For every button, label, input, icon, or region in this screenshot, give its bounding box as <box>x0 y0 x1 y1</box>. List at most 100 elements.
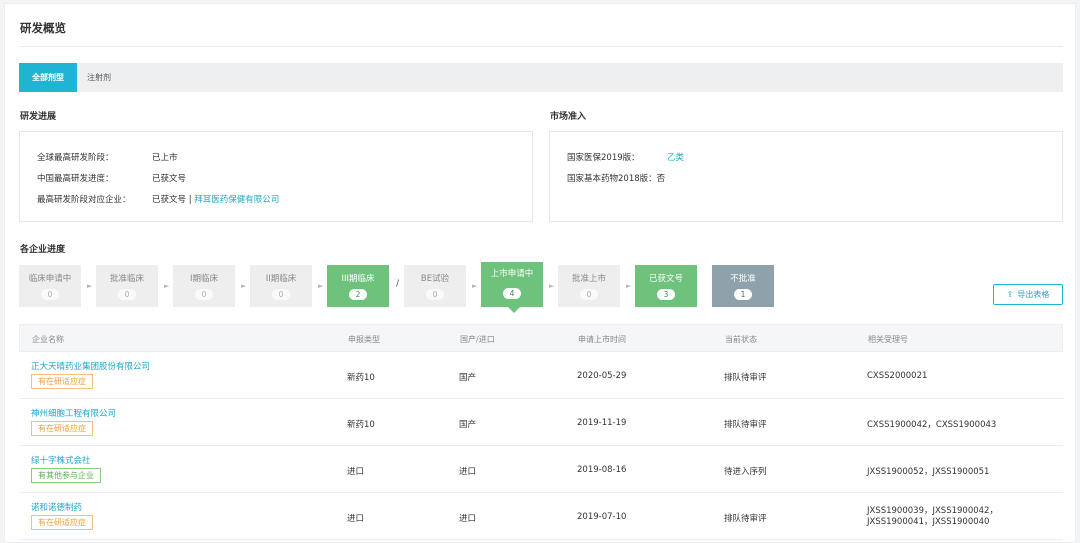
arrow-icon: ► <box>549 282 555 290</box>
acceptance-number-line[interactable]: JXSS1900039，JXSS1900042， <box>867 506 998 517</box>
stage-label: 上市申请中 <box>490 269 534 279</box>
page-title: 研发概览 <box>20 21 66 35</box>
application-type: 新药10 <box>347 420 375 430</box>
indication-tag: 有在研适应症 <box>31 374 93 389</box>
slash-separator: / <box>396 279 400 289</box>
acceptance-number-links[interactable]: JXSS1900039，JXSS1900042， JXSS1900041，JXS… <box>867 506 998 528</box>
table-row: 诺和诺德制药 有在研适应症 进口 进口 2019-07-10 排队待审评 JXS… <box>19 493 1063 540</box>
column-header: 国产/进口 <box>460 335 495 344</box>
table-header: 企业名称 申报类型 国产/进口 申请上市时间 当前状态 相关受理号 <box>19 324 1063 352</box>
application-date: 2019-08-16 <box>577 465 627 475</box>
indication-tag: 有在研适应症 <box>31 515 93 530</box>
acceptance-number-link[interactable]: JXSS1900052，JXSS1900051 <box>867 465 989 477</box>
application-type: 新药10 <box>347 373 375 383</box>
company-name-link[interactable]: 神州细胞工程有限公司 <box>31 407 116 419</box>
acceptance-number-link[interactable]: CXSS1900042，CXSS1900043 <box>867 418 996 430</box>
progress-label: 最高研发阶段对应企业： <box>37 195 131 205</box>
stage-label: 临床申请中 <box>28 274 72 284</box>
current-status: 待进入序列 <box>724 467 767 477</box>
stage-label: 不批准 <box>730 274 756 284</box>
market-label: 国家医保2019版： <box>567 153 640 163</box>
acceptance-number-link[interactable]: CXSS2000021 <box>867 371 927 381</box>
tab-injection[interactable]: 注射剂 <box>87 63 127 92</box>
market-section-title: 市场准入 <box>550 112 587 122</box>
stage-count: 4 <box>503 288 521 299</box>
application-type: 进口 <box>347 514 365 524</box>
arrow-icon: ► <box>626 282 632 290</box>
company-link[interactable]: 拜耳医药保健有限公司 <box>194 195 279 205</box>
company-cell: 神州细胞工程有限公司 有在研适应症 <box>31 407 116 436</box>
origin: 国产 <box>459 373 477 383</box>
column-header: 相关受理号 <box>868 335 908 344</box>
arrow-icon: ► <box>164 282 170 290</box>
progress-panel: 全球最高研发阶段： 已上市 中国最高研发进度： 已获文号 最高研发阶段对应企业： 已获… <box>19 131 533 222</box>
progress-value: 已获文号 | <box>152 195 195 205</box>
stage-approval-number[interactable]: 已获文号 3 <box>635 265 697 307</box>
stage-count: 0 <box>272 289 290 300</box>
stage-clinical-application[interactable]: 临床申请中 0 <box>19 265 81 307</box>
stage-label: I期临床 <box>189 274 218 284</box>
column-header: 申请上市时间 <box>578 335 626 344</box>
company-name-link[interactable]: 诺和诺德制药 <box>31 501 93 513</box>
indication-tag: 有在研适应症 <box>31 421 93 436</box>
current-status: 排队待审评 <box>724 420 767 430</box>
column-header: 当前状态 <box>725 335 757 344</box>
company-cell: 绿十字株式会社 有其他参与企业 <box>31 454 101 483</box>
export-label: 导出表格 <box>1017 290 1050 299</box>
market-label: 国家基本药物2018版： <box>567 174 657 184</box>
page-container: 研发概览 全部剂型 注射剂 研发进展 全球最高研发阶段： 已上市 中国最高研发进度… <box>4 3 1076 543</box>
progress-row-china: 中国最高研发进度： 已获文号 <box>37 172 186 184</box>
stage-count: 1 <box>734 289 752 300</box>
stage-clinical-approved[interactable]: 批准临床 0 <box>96 265 158 307</box>
arrow-icon: ► <box>472 282 478 290</box>
stage-count: 0 <box>426 289 444 300</box>
origin: 进口 <box>459 467 477 477</box>
current-status: 排队待审评 <box>724 373 767 383</box>
application-date: 2019-07-10 <box>577 512 627 522</box>
stage-count: 3 <box>657 289 675 300</box>
company-name-link[interactable]: 绿十字株式会社 <box>31 454 101 466</box>
stage-be-trial[interactable]: BE试验 0 <box>404 265 466 307</box>
stage-label: 批准上市 <box>571 274 606 284</box>
market-row-insurance: 国家医保2019版： 乙类 <box>567 151 684 163</box>
progress-value: 已上市 <box>152 153 178 163</box>
stage-market-approved[interactable]: 批准上市 0 <box>558 265 620 307</box>
company-cell: 诺和诺德制药 有在研适应症 <box>31 501 93 530</box>
stage-rejected[interactable]: 不批准 1 <box>712 265 774 307</box>
insurance-class-link[interactable]: 乙类 <box>667 153 684 163</box>
progress-value: 已获文号 <box>152 174 187 184</box>
stage-label: 已获文号 <box>648 274 683 284</box>
progress-label: 全球最高研发阶段： <box>37 153 114 163</box>
arrow-icon: ► <box>241 282 247 290</box>
partner-tag: 有其他参与企业 <box>31 468 101 483</box>
stage-phase-1[interactable]: I期临床 0 <box>173 265 235 307</box>
stage-count: 0 <box>580 289 598 300</box>
progress-section-title: 研发进展 <box>20 112 57 122</box>
stage-count: 0 <box>41 289 59 300</box>
tab-all-dosage-forms[interactable]: 全部剂型 <box>19 63 77 92</box>
market-value: 否 <box>656 174 666 184</box>
stage-phase-2[interactable]: II期临床 0 <box>250 265 312 307</box>
company-name-link[interactable]: 正大天晴药业集团股份有限公司 <box>31 360 150 372</box>
stage-market-application[interactable]: 上市申请中 4 <box>481 262 543 313</box>
application-date: 2019-11-19 <box>577 418 627 428</box>
table-row: 绿十字株式会社 有其他参与企业 进口 进口 2019-08-16 待进入序列 J… <box>19 446 1063 493</box>
market-panel: 国家医保2019版： 乙类 国家基本药物2018版：否 <box>549 131 1063 222</box>
market-row-essential: 国家基本药物2018版：否 <box>567 172 665 184</box>
column-header: 企业名称 <box>32 335 64 344</box>
current-status: 排队待审评 <box>724 514 767 524</box>
stage-phase-3[interactable]: III期临床 2 <box>327 265 389 307</box>
stage-label: 批准临床 <box>109 274 144 284</box>
stage-count: 2 <box>349 289 367 300</box>
acceptance-number-line[interactable]: JXSS1900041，JXSS1900040 <box>867 517 998 528</box>
company-cell: 正大天晴药业集团股份有限公司 有在研适应症 <box>31 360 150 389</box>
stage-label: III期临床 <box>341 274 375 284</box>
stage-count: 0 <box>118 289 136 300</box>
arrow-icon: ► <box>87 282 93 290</box>
companies-section-title: 各企业进度 <box>20 245 66 255</box>
origin: 进口 <box>459 514 477 524</box>
application-type: 进口 <box>347 467 365 477</box>
export-table-button[interactable]: ⇪ 导出表格 <box>993 284 1063 305</box>
progress-row-company: 最高研发阶段对应企业： 已获文号 | 拜耳医药保健有限公司 <box>37 193 279 205</box>
progress-row-global: 全球最高研发阶段： 已上市 <box>37 151 178 163</box>
